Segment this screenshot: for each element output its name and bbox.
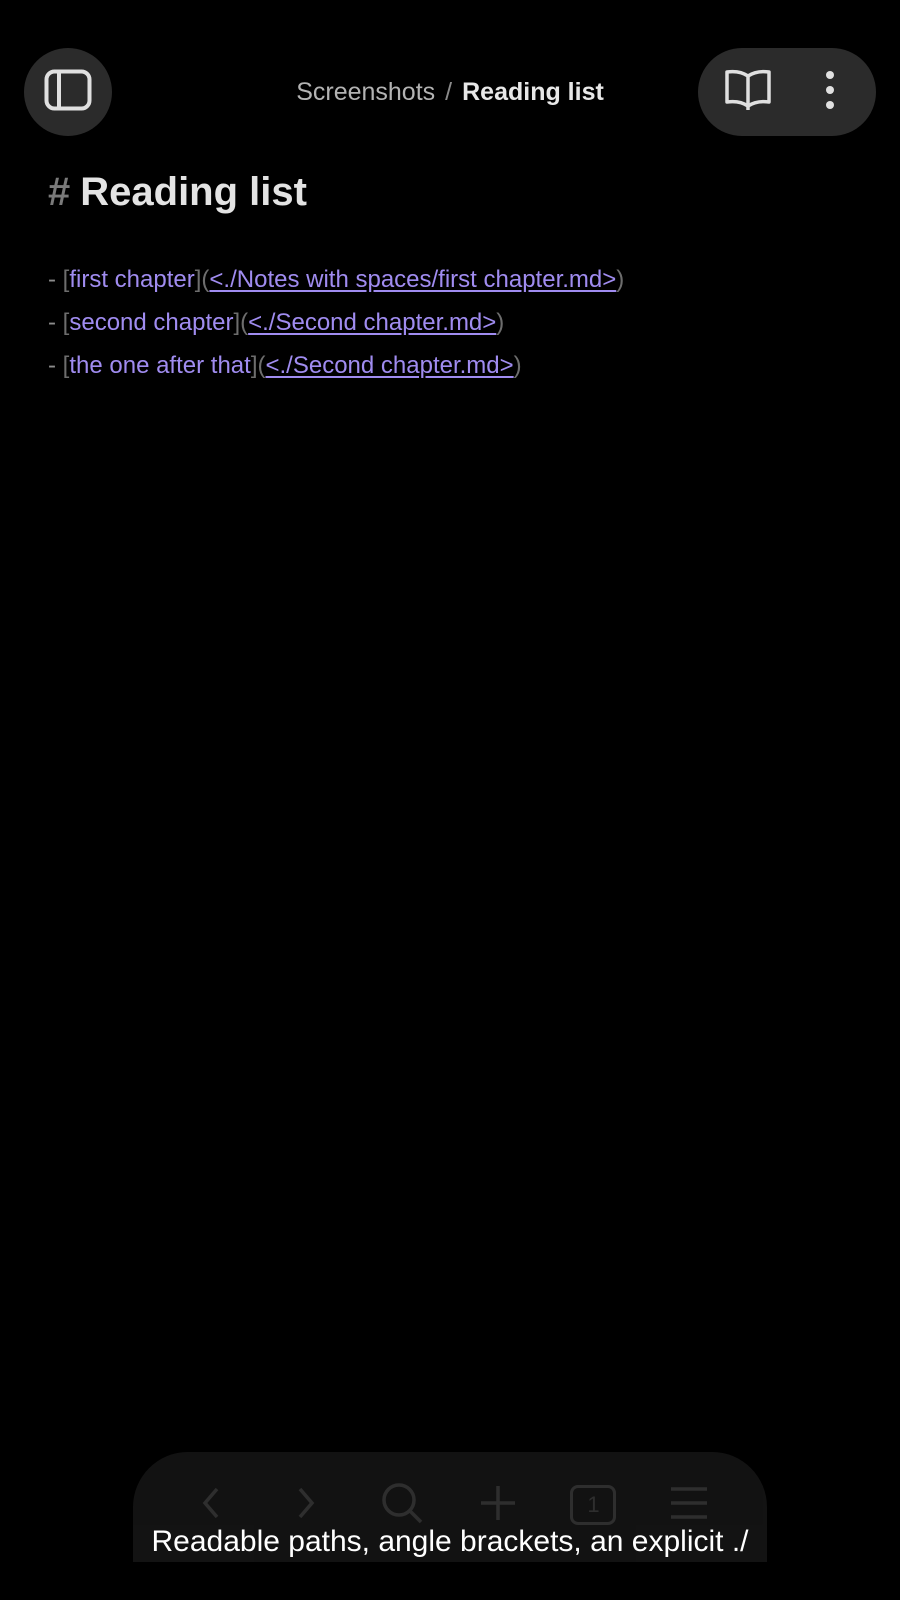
tabs-icon: 1 [570,1485,617,1525]
list-dash: - [48,352,56,379]
note-heading[interactable]: # Reading list [48,166,307,218]
link-close: ) [513,352,522,379]
more-options-button[interactable] [802,64,858,120]
link-url[interactable]: <./Notes with spaces/first chapter.md> [209,266,616,293]
reading-mode-button[interactable] [720,64,776,120]
link-separator: ]( [194,266,210,293]
reading-list: - [first chapter](<./Notes with spaces/f… [48,258,624,387]
breadcrumb-parent[interactable]: Screenshots [296,78,435,106]
heading-text: Reading list [80,170,307,214]
link-url[interactable]: <./Second chapter.md> [248,309,496,336]
heading-marker: # [48,170,71,214]
link-close: ) [616,266,625,293]
caption: Readable paths, angle brackets, an expli… [151,1525,749,1558]
link-close: ) [496,309,505,336]
note-screen: Screenshots/Reading list #Reading lis [0,0,900,1600]
link-separator: ]( [233,309,249,336]
menu-icon [669,1485,709,1526]
forward-icon [294,1485,318,1526]
top-actions [698,48,876,136]
breadcrumb-separator: / [445,78,453,106]
link-text[interactable]: first chapter [69,266,194,293]
more-options-icon [824,70,836,115]
list-item[interactable]: - [the one after that](<./Second chapter… [48,344,624,387]
link-url[interactable]: <./Second chapter.md> [265,352,513,379]
list-dash: - [48,266,56,293]
link-text[interactable]: second chapter [69,309,233,336]
list-dash: - [48,309,56,336]
link-text[interactable]: the one after that [69,352,250,379]
new-tab-icon [478,1483,518,1528]
breadcrumb-current[interactable]: Reading list [462,78,604,106]
back-icon [199,1485,223,1526]
link-separator: ]( [250,352,266,379]
reading-mode-icon [724,68,772,117]
list-item[interactable]: - [second chapter](<./Second chapter.md>… [48,301,624,344]
list-item[interactable]: - [first chapter](<./Notes with spaces/f… [48,258,624,301]
